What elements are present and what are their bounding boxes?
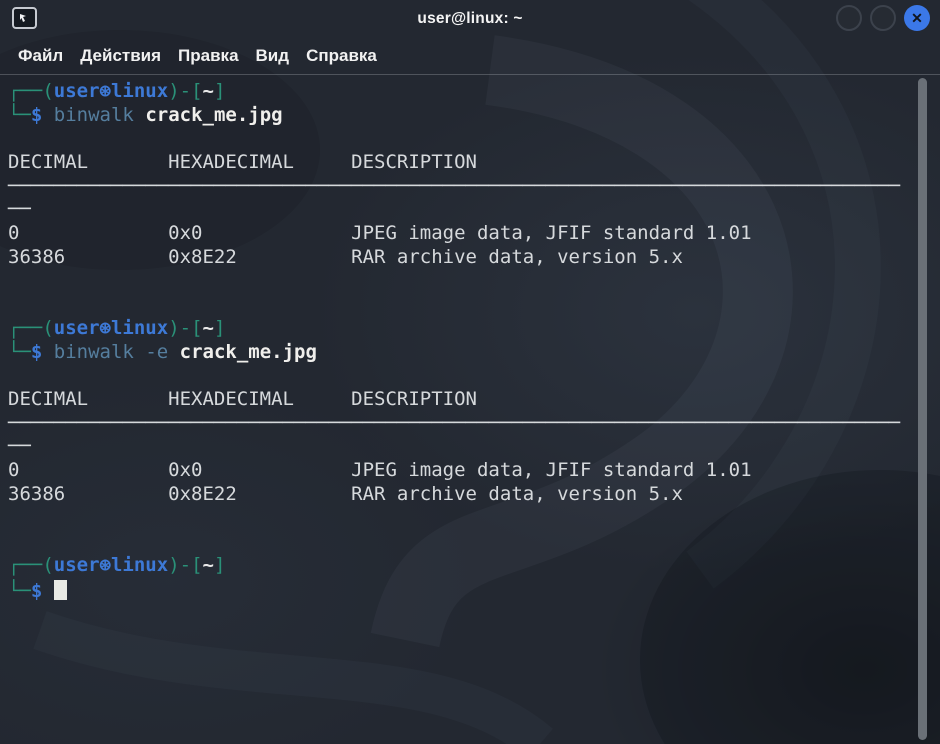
prompt-hostname: linux bbox=[111, 554, 168, 576]
prompt-frame: └─ bbox=[8, 104, 31, 126]
terminal-text bbox=[168, 341, 179, 363]
terminal-line: 36386 0x8E22 RAR archive data, version 5… bbox=[8, 246, 940, 270]
prompt-frame: ┌──( bbox=[8, 317, 54, 339]
menu-item-actions[interactable]: Действия bbox=[80, 46, 161, 66]
prompt-username: user bbox=[54, 80, 100, 102]
prompt-at-icon: ⊛ bbox=[100, 317, 111, 339]
prompt-symbol: $ bbox=[31, 341, 42, 363]
terminal-cursor bbox=[54, 580, 67, 600]
terminal-line: DECIMAL HEXADECIMAL DESCRIPTION bbox=[8, 388, 940, 412]
prompt-at-icon: ⊛ bbox=[100, 80, 111, 102]
prompt-cwd: ~ bbox=[203, 80, 214, 102]
prompt-hostname: linux bbox=[111, 80, 168, 102]
prompt-frame: ┌──( bbox=[8, 80, 54, 102]
prompt-cwd: ~ bbox=[203, 317, 214, 339]
prompt-username: user bbox=[54, 317, 100, 339]
terminal-area[interactable]: ┌──(user⊛linux)-[~]└─$ binwalk crack_me.… bbox=[0, 75, 940, 744]
terminal-line bbox=[8, 270, 940, 294]
table-separator: ────────────────────────────────────────… bbox=[8, 175, 900, 197]
menu-item-help[interactable]: Справка bbox=[306, 46, 377, 66]
prompt-frame: )-[ bbox=[168, 80, 202, 102]
table-separator: ────────────────────────────────────────… bbox=[8, 412, 900, 434]
terminal-line bbox=[8, 506, 940, 530]
maximize-button[interactable] bbox=[870, 5, 896, 31]
terminal-text bbox=[42, 341, 53, 363]
terminal-line: └─$ bbox=[8, 577, 940, 601]
minimize-button[interactable] bbox=[836, 5, 862, 31]
terminal-line bbox=[8, 127, 940, 151]
terminal-text bbox=[42, 104, 53, 126]
terminal-line: 0 0x0 JPEG image data, JFIF standard 1.0… bbox=[8, 459, 940, 483]
command-argument: crack_me.jpg bbox=[180, 341, 317, 363]
terminal-line bbox=[8, 530, 940, 554]
prompt-username: user bbox=[54, 554, 100, 576]
command-option: -e bbox=[145, 341, 168, 363]
prompt-frame: └─ bbox=[8, 580, 31, 602]
terminal-line: ────────────────────────────────────────… bbox=[8, 175, 940, 199]
terminal-text bbox=[134, 104, 145, 126]
close-icon: ✕ bbox=[911, 11, 923, 25]
prompt-at-icon: ⊛ bbox=[100, 554, 111, 576]
prompt-symbol: $ bbox=[31, 580, 42, 602]
table-separator-wrap: ── bbox=[8, 198, 31, 220]
prompt-cwd: ~ bbox=[203, 554, 214, 576]
prompt-frame: )-[ bbox=[168, 554, 202, 576]
window-title: user@linux: ~ bbox=[0, 10, 940, 28]
terminal-line: 0 0x0 JPEG image data, JFIF standard 1.0… bbox=[8, 222, 940, 246]
titlebar[interactable]: user@linux: ~ ✕ bbox=[0, 0, 940, 38]
table-row-text: 0 0x0 JPEG image data, JFIF standard 1.0… bbox=[8, 459, 752, 481]
terminal-window: user@linux: ~ ✕ Файл Действия Правка Вид… bbox=[0, 0, 940, 744]
scrollbar-thumb[interactable] bbox=[918, 78, 927, 740]
terminal-line: 36386 0x8E22 RAR archive data, version 5… bbox=[8, 483, 940, 507]
terminal-line: └─$ binwalk -e crack_me.jpg bbox=[8, 341, 940, 365]
terminal-line: ┌──(user⊛linux)-[~] bbox=[8, 80, 940, 104]
prompt-frame: ] bbox=[214, 554, 225, 576]
prompt-symbol: $ bbox=[31, 104, 42, 126]
table-row-text: 36386 0x8E22 RAR archive data, version 5… bbox=[8, 246, 683, 268]
terminal-line: ┌──(user⊛linux)-[~] bbox=[8, 554, 940, 578]
command-argument: crack_me.jpg bbox=[145, 104, 282, 126]
terminal-text bbox=[134, 341, 145, 363]
menu-item-edit[interactable]: Правка bbox=[178, 46, 238, 66]
prompt-frame: ] bbox=[214, 80, 225, 102]
terminal-line bbox=[8, 293, 940, 317]
terminal-line: └─$ binwalk crack_me.jpg bbox=[8, 104, 940, 128]
terminal-line bbox=[8, 364, 940, 388]
table-header: DECIMAL HEXADECIMAL DESCRIPTION bbox=[8, 151, 477, 173]
table-separator-wrap: ── bbox=[8, 435, 31, 457]
prompt-frame: ] bbox=[214, 317, 225, 339]
prompt-frame: )-[ bbox=[168, 317, 202, 339]
table-row-text: 36386 0x8E22 RAR archive data, version 5… bbox=[8, 483, 683, 505]
terminal-output: ┌──(user⊛linux)-[~]└─$ binwalk crack_me.… bbox=[8, 80, 940, 601]
terminal-line: DECIMAL HEXADECIMAL DESCRIPTION bbox=[8, 151, 940, 175]
prompt-frame: └─ bbox=[8, 341, 31, 363]
menu-item-file[interactable]: Файл bbox=[18, 46, 63, 66]
close-button[interactable]: ✕ bbox=[904, 5, 930, 31]
window-controls: ✕ bbox=[836, 5, 930, 31]
terminal-line: ── bbox=[8, 198, 940, 222]
menubar: Файл Действия Правка Вид Справка bbox=[0, 38, 940, 75]
command-name: binwalk bbox=[54, 104, 134, 126]
prompt-frame: ┌──( bbox=[8, 554, 54, 576]
prompt-hostname: linux bbox=[111, 317, 168, 339]
terminal-line: ────────────────────────────────────────… bbox=[8, 412, 940, 436]
command-name: binwalk bbox=[54, 341, 134, 363]
table-header: DECIMAL HEXADECIMAL DESCRIPTION bbox=[8, 388, 477, 410]
terminal-line: ┌──(user⊛linux)-[~] bbox=[8, 317, 940, 341]
menu-item-view[interactable]: Вид bbox=[256, 46, 290, 66]
table-row-text: 0 0x0 JPEG image data, JFIF standard 1.0… bbox=[8, 222, 752, 244]
terminal-text bbox=[42, 580, 53, 602]
terminal-line: ── bbox=[8, 435, 940, 459]
